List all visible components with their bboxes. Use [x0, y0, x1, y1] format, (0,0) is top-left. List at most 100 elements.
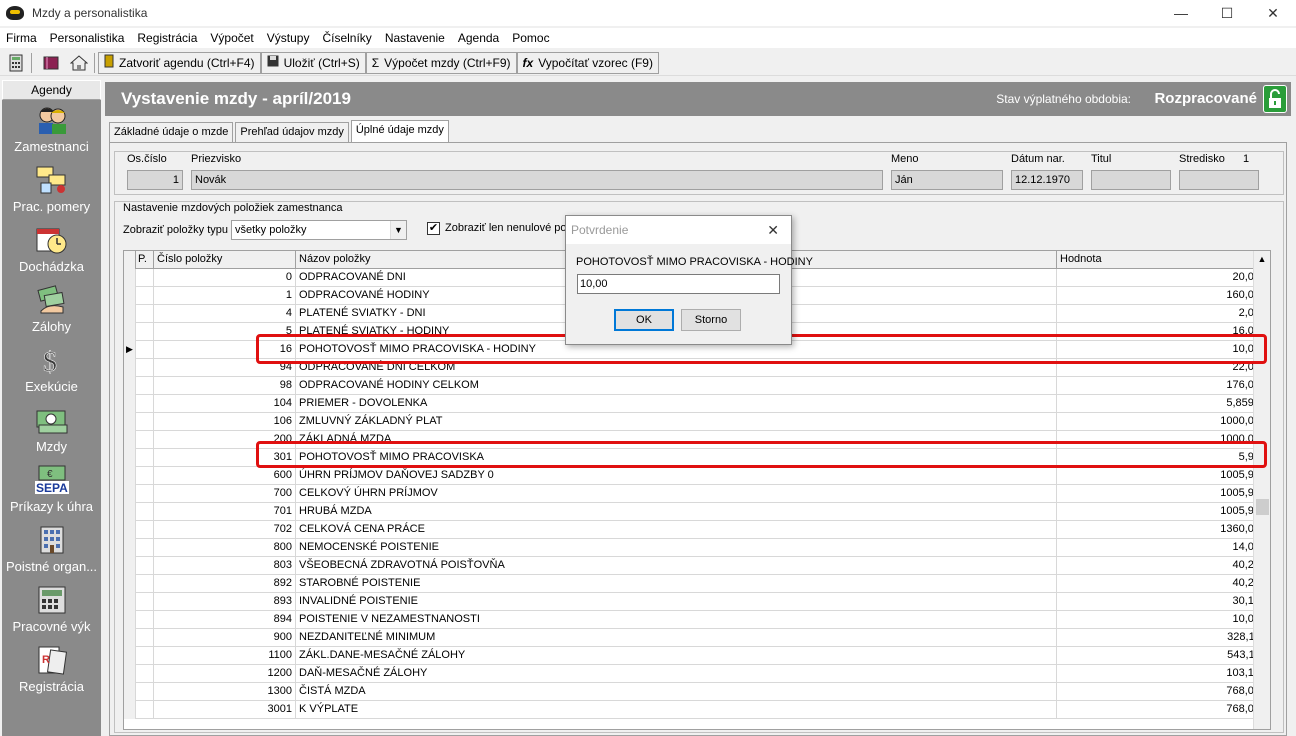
cell-item-name[interactable]: ČISTÁ MZDA [296, 683, 1057, 701]
cell-value[interactable]: 20,00 [1057, 269, 1264, 287]
cell-value[interactable]: 103,19 [1057, 665, 1264, 683]
sidebar-item-poistne[interactable]: Poistné organ... [2, 520, 101, 580]
save-button[interactable]: Uložiť (Ctrl+S) [260, 51, 366, 74]
cell-value[interactable]: 1360,03 [1057, 521, 1264, 539]
table-row[interactable]: 1200 DAŇ-MESAČNÉ ZÁLOHY 103,19 [124, 665, 1270, 683]
sidebar-item-zamestnanci[interactable]: Zamestnanci [2, 100, 101, 160]
cell-p[interactable] [136, 269, 154, 287]
menu-vypocet[interactable]: Výpočet [204, 31, 260, 45]
cell-item-number[interactable]: 600 [154, 467, 296, 485]
close-icon[interactable]: ✕ [767, 222, 779, 239]
cell-item-name[interactable]: INVALIDNÉ POISTENIE [296, 593, 1057, 611]
table-row[interactable]: 900 NEZDANITEĽNÉ MINIMUM 328,11 [124, 629, 1270, 647]
cell-item-name[interactable]: HRUBÁ MZDA [296, 503, 1057, 521]
cell-value[interactable]: 2,00 [1057, 305, 1264, 323]
cell-item-name[interactable]: POISTENIE V NEZAMESTNANOSTI [296, 611, 1057, 629]
menu-pomoc[interactable]: Pomoc [506, 31, 556, 45]
cell-p[interactable] [136, 287, 154, 305]
table-row[interactable]: 3001 K VÝPLATE 768,03 [124, 701, 1270, 719]
cell-item-number[interactable]: 701 [154, 503, 296, 521]
cell-p[interactable] [136, 683, 154, 701]
column-value[interactable]: Hodnota [1057, 251, 1264, 269]
cell-p[interactable] [136, 575, 154, 593]
cell-item-number[interactable]: 104 [154, 395, 296, 413]
cell-item-name[interactable]: NEZDANITEĽNÉ MINIMUM [296, 629, 1057, 647]
cell-value[interactable]: 768,03 [1057, 683, 1264, 701]
cell-item-number[interactable]: 702 [154, 521, 296, 539]
chevron-down-icon[interactable]: ▼ [390, 221, 406, 239]
calculate-wage-button[interactable]: Σ Výpočet mzdy (Ctrl+F9) [365, 51, 517, 74]
cell-p[interactable] [136, 503, 154, 521]
cell-p[interactable] [136, 521, 154, 539]
cell-item-name[interactable]: STAROBNÉ POISTENIE [296, 575, 1057, 593]
menu-agenda[interactable]: Agenda [452, 31, 506, 45]
scroll-up-icon[interactable]: ▲ [1254, 251, 1270, 268]
cell-item-number[interactable]: 900 [154, 629, 296, 647]
menu-vystupy[interactable]: Výstupy [261, 31, 317, 45]
sidebar-item-prikazy[interactable]: € SEPA Príkazy k úhra [2, 460, 101, 520]
nonzero-only-checkbox[interactable]: ✔ [427, 222, 440, 235]
close-agenda-button[interactable]: Zatvoriť agendu (Ctrl+F4) [98, 51, 261, 74]
tab-full-data[interactable]: Úplné údaje mzdy [350, 120, 449, 142]
sidebar-item-dochadzka[interactable]: Dochádzka [2, 220, 101, 280]
cell-item-number[interactable]: 803 [154, 557, 296, 575]
menu-registracia[interactable]: Registrácia [131, 31, 204, 45]
cell-value[interactable]: 40,23 [1057, 575, 1264, 593]
book-icon[interactable] [39, 52, 63, 74]
sidebar-item-pracovne-vykazy[interactable]: Pracovné výk [2, 580, 101, 640]
cell-p[interactable] [136, 377, 154, 395]
scroll-thumb[interactable] [1256, 499, 1269, 515]
cell-item-number[interactable]: 106 [154, 413, 296, 431]
cell-value[interactable]: 176,00 [1057, 377, 1264, 395]
cell-p[interactable] [136, 323, 154, 341]
cell-value[interactable]: 1005,98 [1057, 467, 1264, 485]
column-item-number[interactable]: Číslo položky [154, 251, 296, 269]
cell-item-number[interactable]: 800 [154, 539, 296, 557]
menu-ciselniky[interactable]: Číselníky [316, 31, 378, 45]
cell-item-name[interactable]: ZMLUVNÝ ZÁKLADNÝ PLAT [296, 413, 1057, 431]
calculator-tool-icon[interactable] [4, 52, 28, 74]
cell-item-name[interactable]: ZÁKL.DANE-MESAČNÉ ZÁLOHY [296, 647, 1057, 665]
table-row[interactable]: 893 INVALIDNÉ POISTENIE 30,17 [124, 593, 1270, 611]
cell-item-name[interactable]: K VÝPLATE [296, 701, 1057, 719]
cell-p[interactable] [136, 701, 154, 719]
home-icon[interactable] [67, 52, 91, 74]
cell-value[interactable]: 543,11 [1057, 647, 1264, 665]
vertical-scrollbar[interactable]: ▲ [1253, 251, 1270, 729]
cell-p[interactable] [136, 647, 154, 665]
cell-item-name[interactable]: NEMOCENSKÉ POISTENIE [296, 539, 1057, 557]
cell-value[interactable]: 1005,98 [1057, 485, 1264, 503]
cell-value[interactable]: 768,03 [1057, 701, 1264, 719]
cell-item-number[interactable]: 98 [154, 377, 296, 395]
sidebar-item-exekucie[interactable]: $ Exekúcie [2, 340, 101, 400]
cell-item-number[interactable]: 3001 [154, 701, 296, 719]
cell-value[interactable]: 14,08 [1057, 539, 1264, 557]
close-window-button[interactable]: ✕ [1250, 0, 1296, 26]
cell-value[interactable]: 30,17 [1057, 593, 1264, 611]
cell-p[interactable] [136, 467, 154, 485]
cell-value[interactable]: 10,05 [1057, 611, 1264, 629]
menu-nastavenie[interactable]: Nastavenie [379, 31, 452, 45]
cell-item-number[interactable]: 700 [154, 485, 296, 503]
cell-item-name[interactable]: ODPRACOVANÉ HODINY CELKOM [296, 377, 1057, 395]
cell-item-number[interactable]: 1200 [154, 665, 296, 683]
table-row[interactable]: 803 VŠEOBECNÁ ZDRAVOTNÁ POISŤOVŇA 40,23 [124, 557, 1270, 575]
cell-p[interactable] [136, 665, 154, 683]
column-p[interactable]: P. [136, 251, 154, 269]
cell-item-name[interactable]: PRIEMER - DOVOLENKA [296, 395, 1057, 413]
cancel-button[interactable]: Storno [681, 309, 741, 331]
unlock-icon[interactable] [1263, 85, 1287, 113]
cell-item-name[interactable]: CELKOVÁ CENA PRÁCE [296, 521, 1057, 539]
cell-p[interactable] [136, 611, 154, 629]
table-row[interactable]: 600 ÚHRN PRÍJMOV DAŇOVEJ SADZBY 0 1005,98 [124, 467, 1270, 485]
minimize-button[interactable]: — [1158, 0, 1204, 26]
cell-value[interactable]: 5,8594 [1057, 395, 1264, 413]
cell-p[interactable] [136, 485, 154, 503]
cell-item-name[interactable]: CELKOVÝ ÚHRN PRÍJMOV [296, 485, 1057, 503]
cell-p[interactable] [136, 341, 154, 359]
sidebar-item-zalohy[interactable]: Zálohy [2, 280, 101, 340]
cell-value[interactable]: 160,00 [1057, 287, 1264, 305]
cell-item-name[interactable]: ÚHRN PRÍJMOV DAŇOVEJ SADZBY 0 [296, 467, 1057, 485]
cell-item-number[interactable]: 1 [154, 287, 296, 305]
cell-p[interactable] [136, 305, 154, 323]
